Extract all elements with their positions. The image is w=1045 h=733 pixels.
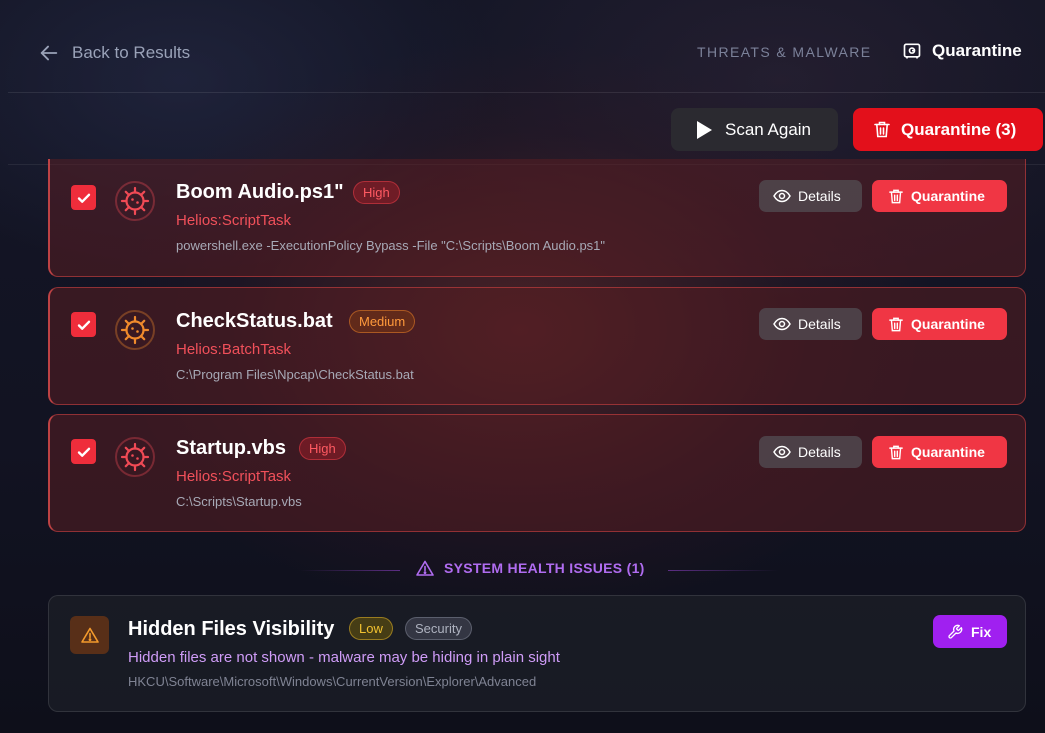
virus-icon (115, 181, 155, 221)
details-button[interactable]: Details (759, 308, 862, 340)
warning-triangle-icon (416, 560, 434, 576)
threat-checkbox[interactable] (71, 185, 96, 210)
details-label: Details (798, 444, 841, 460)
quarantine-all-button[interactable]: Quarantine (3) (853, 108, 1043, 151)
eye-icon (773, 445, 791, 459)
quarantine-all-label: Quarantine (3) (901, 119, 1017, 139)
severity-badge: Medium (349, 310, 416, 333)
section-divider-left (300, 570, 400, 571)
trash-icon (889, 317, 903, 331)
check-icon (77, 447, 90, 457)
scan-again-button[interactable]: Scan Again (671, 108, 838, 151)
severity-badge: High (299, 437, 346, 460)
severity-badge: Low (349, 617, 393, 640)
wrench-icon (948, 624, 963, 639)
quarantine-button[interactable]: Quarantine (872, 436, 1007, 468)
threat-checkbox[interactable] (71, 439, 96, 464)
check-icon (77, 193, 90, 203)
virus-icon (115, 437, 155, 477)
health-issue-card: Hidden Files Visibility Low Security Hid… (48, 595, 1026, 712)
warning-triangle-icon (80, 627, 99, 643)
details-label: Details (798, 316, 841, 332)
threat-name: Startup.vbs (176, 437, 287, 459)
details-button[interactable]: Details (759, 180, 862, 212)
fix-label: Fix (971, 623, 992, 640)
section-title-label: SYSTEM HEALTH ISSUES (1) (444, 560, 645, 576)
details-label: Details (798, 188, 841, 204)
health-issue-description: Hidden files are not shown - malware may… (128, 649, 560, 666)
quarantine-label: Quarantine (911, 188, 985, 204)
category-badge: Security (405, 617, 472, 640)
threat-type: Helios:BatchTask (176, 341, 292, 358)
quarantine-button[interactable]: Quarantine (872, 180, 1007, 212)
section-title: SYSTEM HEALTH ISSUES (1) (416, 560, 645, 576)
arrow-left-icon (40, 45, 58, 61)
header-divider (8, 92, 1045, 93)
nav-threats-malware[interactable]: THREATS & MALWARE (697, 44, 871, 60)
trash-icon (889, 445, 903, 459)
virus-icon (115, 310, 155, 350)
play-icon (697, 120, 712, 139)
trash-icon (874, 121, 890, 138)
threat-card: CheckStatus.bat Medium Helios:BatchTask … (48, 287, 1026, 405)
threat-name: CheckStatus.bat (176, 310, 333, 332)
back-label: Back to Results (72, 43, 191, 62)
warning-badge (70, 616, 109, 654)
trash-icon (889, 189, 903, 203)
details-button[interactable]: Details (759, 436, 862, 468)
quarantine-button[interactable]: Quarantine (872, 308, 1007, 340)
check-icon (77, 320, 90, 330)
nav-quarantine[interactable]: Quarantine (902, 41, 1022, 61)
system-health-section-header: SYSTEM HEALTH ISSUES (1) (0, 558, 1045, 582)
section-divider-right (668, 570, 778, 571)
scan-again-label: Scan Again (725, 119, 812, 139)
top-header: Back to Results THREATS & MALWARE Quaran… (0, 0, 1045, 93)
quarantine-label: Quarantine (911, 444, 985, 460)
threat-card: Startup.vbs High Helios:ScriptTask C:\Sc… (48, 414, 1026, 532)
health-issue-title: Hidden Files Visibility (128, 618, 335, 640)
threat-path: C:\Program Files\Npcap\CheckStatus.bat (176, 367, 414, 382)
threat-type: Helios:ScriptTask (176, 468, 292, 485)
vault-icon (903, 43, 921, 59)
eye-icon (773, 189, 791, 203)
threat-name: Boom Audio.ps1" (176, 181, 344, 203)
severity-badge: High (353, 181, 400, 204)
quarantine-label: Quarantine (911, 316, 985, 332)
threat-path: C:\Scripts\Startup.vbs (176, 494, 302, 509)
nav-quarantine-label: Quarantine (932, 41, 1022, 60)
threat-path: powershell.exe -ExecutionPolicy Bypass -… (176, 238, 606, 253)
back-to-results-link[interactable]: Back to Results (38, 41, 190, 65)
eye-icon (773, 317, 791, 331)
fix-button[interactable]: Fix (933, 615, 1007, 648)
threat-card: Boom Audio.ps1" High Helios:ScriptTask p… (48, 159, 1026, 277)
threat-type: Helios:ScriptTask (176, 212, 292, 229)
health-issue-path: HKCU\Software\Microsoft\Windows\CurrentV… (128, 674, 537, 689)
threat-checkbox[interactable] (71, 312, 96, 337)
